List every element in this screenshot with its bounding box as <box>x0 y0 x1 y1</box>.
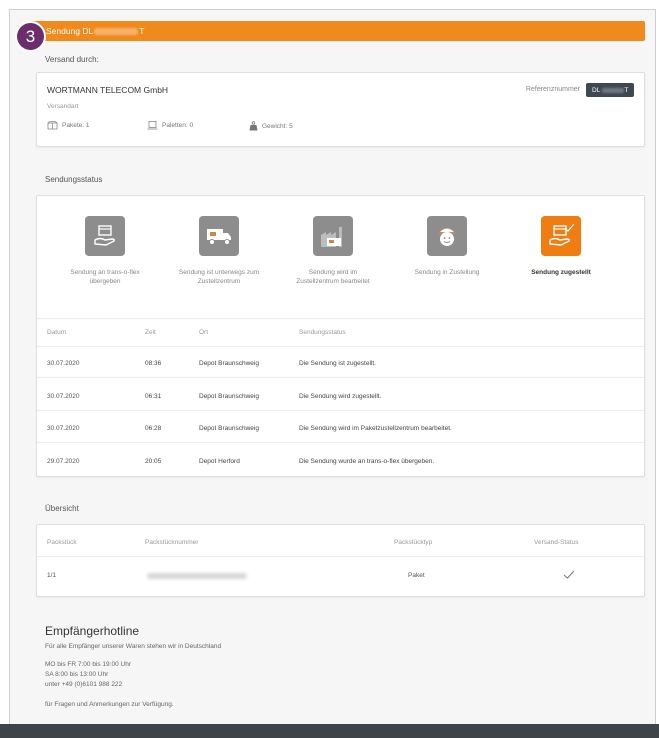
table-divider <box>37 346 644 347</box>
reference-number-badge: DL T <box>586 83 634 97</box>
table-divider <box>37 410 644 411</box>
table-divider <box>37 556 644 557</box>
package-icon <box>47 121 58 130</box>
shipping-type-label: Versandart <box>47 103 79 110</box>
footer-bar <box>0 724 659 738</box>
col-status: Sendungsstatus <box>299 329 346 336</box>
status-step-icon-box <box>85 216 125 256</box>
shipment-title-prefix: Sendung DL <box>46 26 94 36</box>
status-step-icon-box <box>427 216 467 256</box>
status-step-label: Sendung ist unterwegs zum Zustellzentrum <box>178 269 260 285</box>
checkmark-icon <box>563 570 575 581</box>
reference-label: Referenznummer <box>525 86 580 93</box>
table-divider <box>37 442 644 443</box>
shipment-title-suffix: T <box>139 26 145 36</box>
reference-suffix: T <box>624 86 629 94</box>
pallets-count: Paletten: 0 <box>162 122 194 129</box>
status-step-depot: Sendung wird im Zustellzentrum bearbeitet <box>278 216 388 286</box>
step-number-badge: 3 <box>17 23 44 50</box>
status-step-icon-box-active <box>541 216 581 256</box>
status-step-out-for-delivery: Sendung in Zustellung <box>392 216 502 277</box>
status-step-label: Sendung wird im Zustellzentrum bearbeitet <box>296 269 370 285</box>
reference-prefix: DL <box>592 86 601 94</box>
status-step-transit: Sendung ist unterwegs zum Zustellzentrum <box>164 216 274 286</box>
col-time: Zeit <box>145 329 156 336</box>
hotline-title: Empfängerhotline <box>45 624 140 638</box>
status-step-icon-box <box>313 216 353 256</box>
shipper-card: WORTMANN TELECOM GmbH Referenznummer DL … <box>36 72 645 147</box>
pallet-icon <box>147 121 158 130</box>
overview-card: Packstück Packstücknummer Packstücktyp V… <box>36 524 645 597</box>
shipment-header-bar: Sendung DL T <box>30 21 645 41</box>
company-name: WORTMANN TELECOM GmbH <box>47 85 169 95</box>
col-shipping-status: Versand-Status <box>534 539 579 546</box>
hotline-hours-saturday: SA 8:00 bis 13:00 Uhr <box>45 671 109 678</box>
shipper-section-label: Versand durch: <box>45 55 99 64</box>
packages-info: Pakete: 1 <box>47 121 89 130</box>
redacted-shipment-number <box>94 27 139 35</box>
col-piece-number: Packstücknummer <box>145 539 199 546</box>
packages-count: Pakete: 1 <box>62 122 90 129</box>
col-piece-type: Packstücktyp <box>394 539 433 546</box>
weight-value: Gewicht: 5 <box>262 122 293 130</box>
delivered-package-icon <box>549 223 575 246</box>
status-card: Sendung an trans-o-flex übergeben Sendung… <box>36 195 645 477</box>
status-step-label: Sendung an trans-o-flex übergeben <box>70 269 140 285</box>
table-divider <box>37 318 644 319</box>
table-divider <box>37 377 644 378</box>
col-place: Ort <box>199 329 209 336</box>
piece-value: 1/1 <box>47 572 57 579</box>
delivery-truck-icon <box>207 229 231 245</box>
piece-type-value: Paket <box>408 572 425 579</box>
hotline-hours-weekday: MO bis FR 7:00 bis 19:00 Uhr <box>45 661 131 668</box>
hotline-phone: unter +49 (0)6101 988 222 <box>45 681 123 688</box>
redacted-reference <box>602 87 625 93</box>
status-step-delivered: Sendung zugestellt <box>506 216 616 277</box>
overview-section-label: Übersicht <box>45 504 79 513</box>
col-date: Datum <box>47 329 67 336</box>
status-step-label: Sendung zugestellt <box>531 269 591 276</box>
status-step-icon-box <box>199 216 239 256</box>
status-step-handover: Sendung an trans-o-flex übergeben <box>50 216 160 286</box>
hand-package-icon <box>94 225 115 246</box>
status-steps: Sendung an trans-o-flex übergeben Sendung… <box>37 196 644 316</box>
hotline-subtitle: Für alle Empfänger unserer Waren stehen … <box>45 643 222 650</box>
hotline-note: für Fragen und Anmerkungen zur Verfügung… <box>45 701 174 708</box>
redacted-piece-number <box>147 573 247 581</box>
courier-icon <box>439 228 455 246</box>
pallets-info: Paletten: 0 <box>147 121 193 130</box>
weight-icon <box>249 121 258 131</box>
status-step-label: Sendung in Zustellung <box>414 269 480 276</box>
depot-factory-icon <box>321 227 342 247</box>
weight-info: Gewicht: 5 <box>249 121 293 131</box>
status-section-label: Sendungsstatus <box>45 175 103 184</box>
col-piece: Packstück <box>47 539 77 546</box>
